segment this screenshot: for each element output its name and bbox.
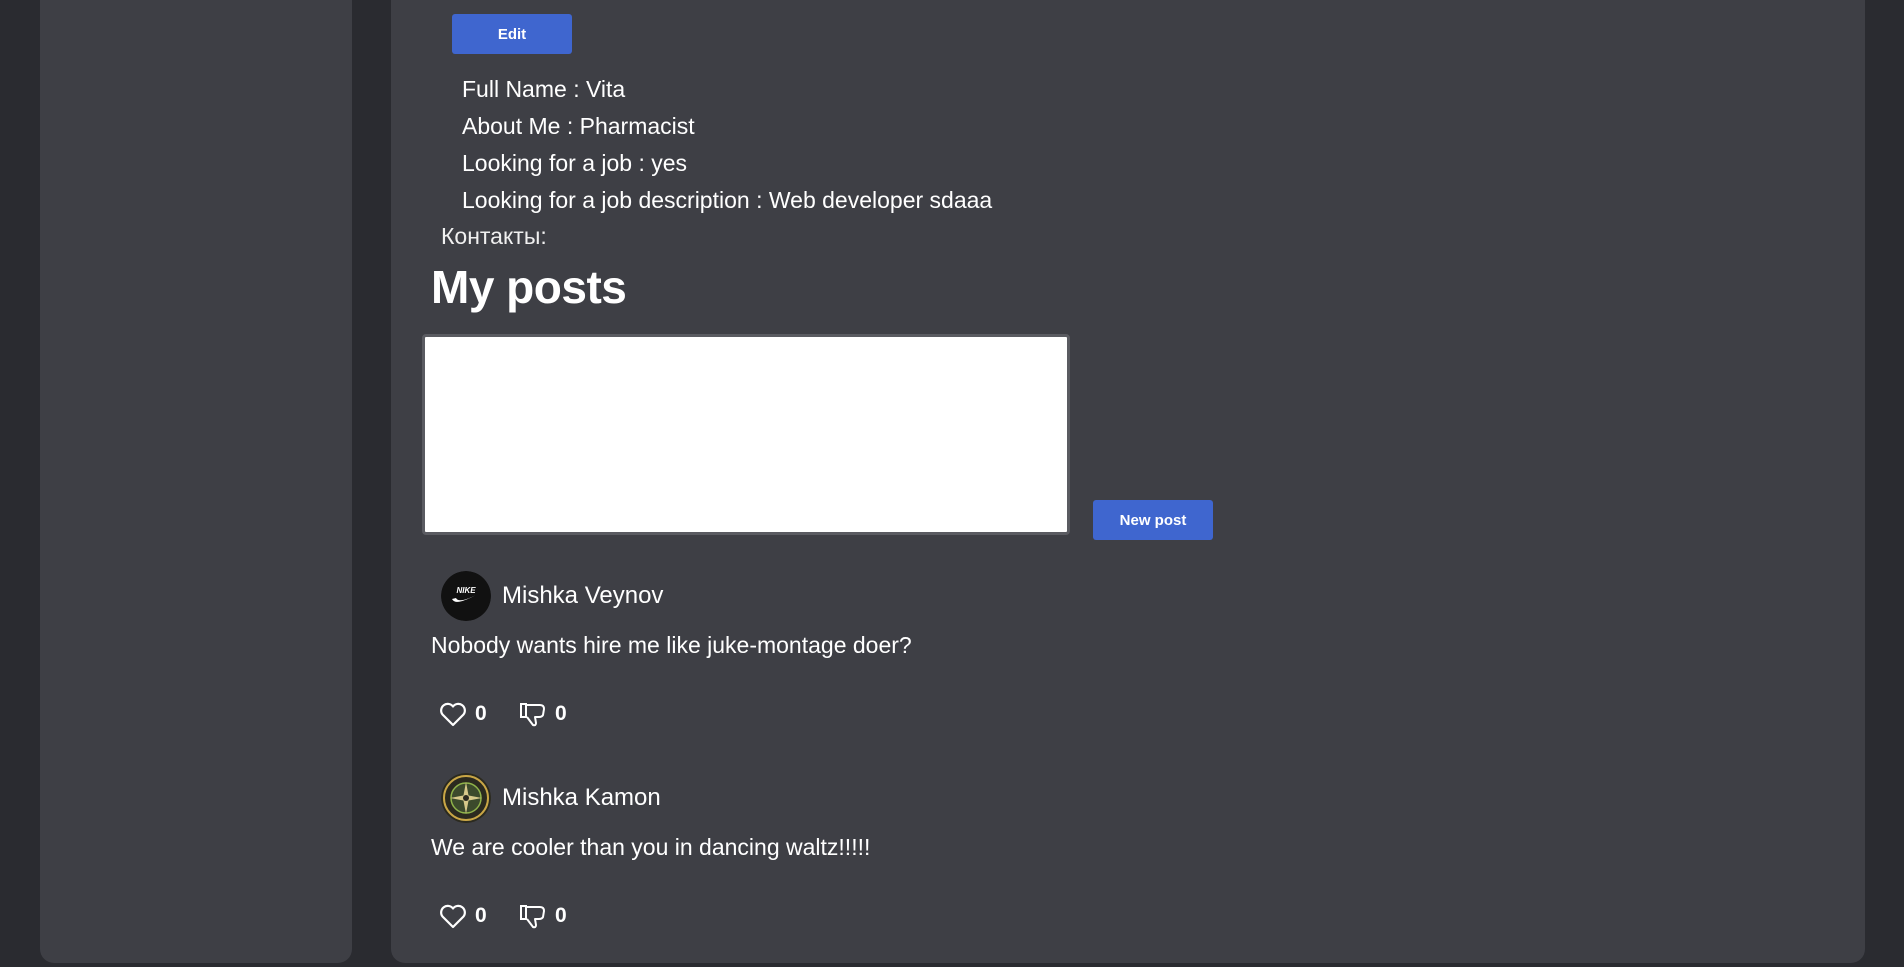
dislike-count: 0	[555, 702, 567, 725]
post-item: NIKE Mishka Veynov Nobody wants hire me …	[431, 571, 1331, 761]
post-text: Nobody wants hire me like juke-montage d…	[431, 632, 912, 658]
dislike-count: 0	[555, 904, 567, 927]
dislike-button[interactable]: 0	[519, 701, 567, 727]
post-item: Mishka Kamon We are cooler than you in d…	[431, 773, 1331, 963]
post-author: Mishka Veynov	[502, 582, 664, 609]
dislike-button[interactable]: 0	[519, 903, 567, 929]
heart-icon	[440, 702, 466, 727]
new-post-button[interactable]: New post	[1093, 500, 1213, 540]
svg-text:NIKE: NIKE	[456, 586, 476, 595]
looking-for-job-row: Looking for a job : yes	[462, 150, 687, 177]
like-button[interactable]: 0	[439, 701, 487, 727]
job-description-row: Looking for a job description : Web deve…	[462, 187, 992, 214]
looking-for-job-value: : yes	[638, 150, 688, 176]
sidebar-panel	[40, 0, 352, 963]
new-post-textarea[interactable]	[422, 334, 1070, 535]
full-name-value: : Vita	[573, 76, 626, 102]
post-author: Mishka Kamon	[502, 784, 661, 811]
job-description-label: Looking for a job description	[462, 187, 750, 213]
edit-profile-button[interactable]: Edit	[452, 14, 572, 54]
about-me-value: : Pharmacist	[566, 113, 695, 139]
profile-main-panel: Edit Full Name : Vita About Me : Pharmac…	[391, 0, 1865, 963]
compass-badge-icon	[441, 773, 491, 823]
thumbs-down-icon	[520, 905, 545, 929]
post-text: We are cooler than you in dancing waltz!…	[431, 834, 871, 860]
heart-icon	[440, 904, 466, 929]
contacts-label: Контакты:	[441, 223, 547, 249]
like-count: 0	[475, 904, 487, 927]
full-name-label: Full Name	[462, 76, 567, 102]
full-name-row: Full Name : Vita	[462, 76, 625, 103]
like-button[interactable]: 0	[439, 903, 487, 929]
like-count: 0	[475, 702, 487, 725]
job-description-value: : Web developer sdaaa	[756, 187, 993, 213]
looking-for-job-label: Looking for a job	[462, 150, 633, 176]
thumbs-down-icon	[520, 703, 545, 727]
my-posts-heading: My posts	[431, 261, 627, 313]
about-me-label: About Me	[462, 113, 561, 139]
about-me-row: About Me : Pharmacist	[462, 113, 695, 140]
nike-logo-icon: NIKE	[441, 571, 491, 621]
